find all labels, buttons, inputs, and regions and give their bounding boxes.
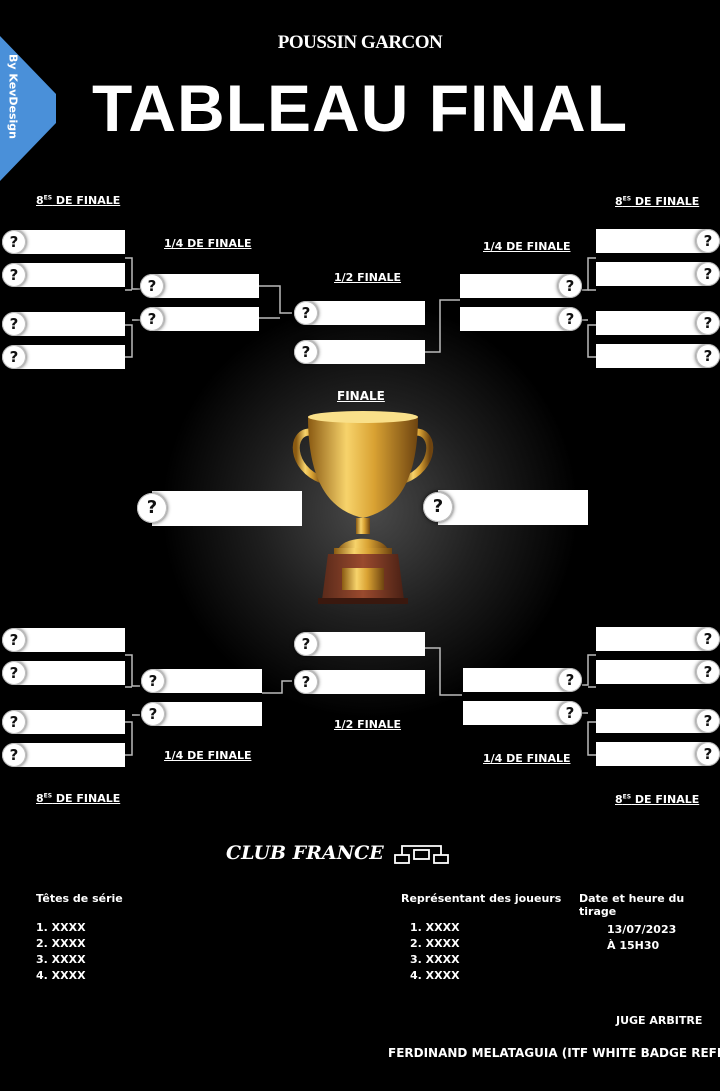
unknown-player-icon: ?	[2, 628, 26, 652]
unknown-player-icon: ?	[558, 701, 582, 725]
label-r16-top-right: 8ES DE FINALE	[615, 195, 700, 208]
unknown-player-icon: ?	[2, 710, 26, 734]
seed-item: 1. XXXX	[36, 921, 86, 934]
seeds-heading: Têtes de série	[36, 892, 123, 905]
label-semi-top: 1/2 FINALE	[334, 271, 402, 284]
slot-quarter-tl-1[interactable]	[150, 274, 259, 298]
label-r16-bottom-right: 8ES DE FINALE	[615, 793, 700, 806]
slot-r16-tr-3[interactable]	[596, 311, 708, 335]
unknown-player-icon: ?	[137, 493, 167, 523]
label-semi-bottom: 1/2 FINALE	[334, 718, 402, 731]
unknown-player-icon: ?	[696, 311, 720, 335]
slot-quarter-br-1[interactable]	[463, 668, 569, 692]
unknown-player-icon: ?	[141, 669, 165, 693]
slot-r16-tl-3[interactable]	[14, 312, 125, 336]
slot-quarter-tr-1[interactable]	[460, 274, 568, 298]
slot-r16-br-3[interactable]	[596, 709, 708, 733]
unknown-player-icon: ?	[558, 307, 582, 331]
bracket-icon	[394, 845, 449, 864]
label-final: FINALE	[337, 389, 385, 403]
label-r16-bottom-left: 8ES DE FINALE	[36, 792, 121, 805]
unknown-player-icon: ?	[2, 345, 26, 369]
rep-item: 3. XXXX	[410, 953, 460, 966]
unknown-player-icon: ?	[2, 230, 26, 254]
slot-semi-top-1[interactable]	[305, 301, 425, 325]
seed-item: 3. XXXX	[36, 953, 86, 966]
slot-quarter-tl-2[interactable]	[150, 307, 259, 331]
unknown-player-icon: ?	[696, 262, 720, 286]
slot-final-2[interactable]	[438, 490, 588, 525]
draw-heading: Date et heure du tirage	[579, 892, 685, 918]
slot-semi-top-2[interactable]	[305, 340, 425, 364]
slot-r16-tr-4[interactable]	[596, 344, 708, 368]
unknown-player-icon: ?	[294, 632, 318, 656]
unknown-player-icon: ?	[294, 340, 318, 364]
referee-name: FERDINAND MELATAGUIA (ITF WHITE BADGE RE…	[388, 1046, 720, 1060]
unknown-player-icon: ?	[696, 344, 720, 368]
unknown-player-icon: ?	[2, 263, 26, 287]
unknown-player-icon: ?	[696, 742, 720, 766]
rep-item: 2. XXXX	[410, 937, 460, 950]
rep-item: 4. XXXX	[410, 969, 460, 982]
label-quarter-top-left: 1/4 DE FINALE	[164, 237, 252, 250]
slot-semi-bottom-1[interactable]	[305, 632, 425, 656]
unknown-player-icon: ?	[2, 661, 26, 685]
referee-label: JUGE ARBITRE	[616, 1014, 703, 1027]
slot-quarter-br-2[interactable]	[463, 701, 569, 725]
unknown-player-icon: ?	[2, 743, 26, 767]
unknown-player-icon: ?	[696, 627, 720, 651]
unknown-player-icon: ?	[140, 307, 164, 331]
slot-quarter-bl-1[interactable]	[152, 669, 262, 693]
slot-r16-bl-2[interactable]	[14, 661, 125, 685]
unknown-player-icon: ?	[696, 660, 720, 684]
seed-item: 4. XXXX	[36, 969, 86, 982]
slot-quarter-tr-2[interactable]	[460, 307, 568, 331]
trophy-icon	[292, 411, 434, 604]
unknown-player-icon: ?	[558, 274, 582, 298]
slot-r16-bl-3[interactable]	[14, 710, 125, 734]
slot-quarter-bl-2[interactable]	[152, 702, 262, 726]
draw-info: 13/07/2023 À 15H30	[607, 922, 676, 954]
slot-r16-br-4[interactable]	[596, 742, 708, 766]
unknown-player-icon: ?	[558, 668, 582, 692]
slot-r16-tl-1[interactable]	[14, 230, 125, 254]
label-quarter-bottom-left: 1/4 DE FINALE	[164, 749, 252, 762]
reps-heading: Représentant des joueurs	[401, 892, 562, 905]
slot-r16-tr-2[interactable]	[596, 262, 708, 286]
seeds-list: 1. XXXX 2. XXXX 3. XXXX 4. XXXX	[36, 920, 86, 984]
label-r16-top-left: 8ES DE FINALE	[36, 194, 121, 207]
slot-final-1[interactable]	[152, 491, 302, 526]
draw-time: À 15H30	[607, 939, 660, 952]
draw-date: 13/07/2023	[607, 923, 677, 936]
unknown-player-icon: ?	[140, 274, 164, 298]
slot-r16-tl-4[interactable]	[14, 345, 125, 369]
reps-list: 1. XXXX 2. XXXX 3. XXXX 4. XXXX	[410, 920, 460, 984]
label-quarter-bottom-right: 1/4 DE FINALE	[483, 752, 571, 765]
club-name: CLUB FRANCE	[226, 842, 384, 864]
unknown-player-icon: ?	[141, 702, 165, 726]
slot-semi-bottom-2[interactable]	[305, 670, 425, 694]
slot-r16-tl-2[interactable]	[14, 263, 125, 287]
slot-r16-tr-1[interactable]	[596, 229, 708, 253]
unknown-player-icon: ?	[2, 312, 26, 336]
unknown-player-icon: ?	[294, 301, 318, 325]
rep-item: 1. XXXX	[410, 921, 460, 934]
slot-r16-br-1[interactable]	[596, 627, 708, 651]
label-quarter-top-right: 1/4 DE FINALE	[483, 240, 571, 253]
slot-r16-bl-1[interactable]	[14, 628, 125, 652]
slot-r16-br-2[interactable]	[596, 660, 708, 684]
unknown-player-icon: ?	[294, 670, 318, 694]
unknown-player-icon: ?	[696, 229, 720, 253]
unknown-player-icon: ?	[696, 709, 720, 733]
slot-r16-bl-4[interactable]	[14, 743, 125, 767]
seed-item: 2. XXXX	[36, 937, 86, 950]
